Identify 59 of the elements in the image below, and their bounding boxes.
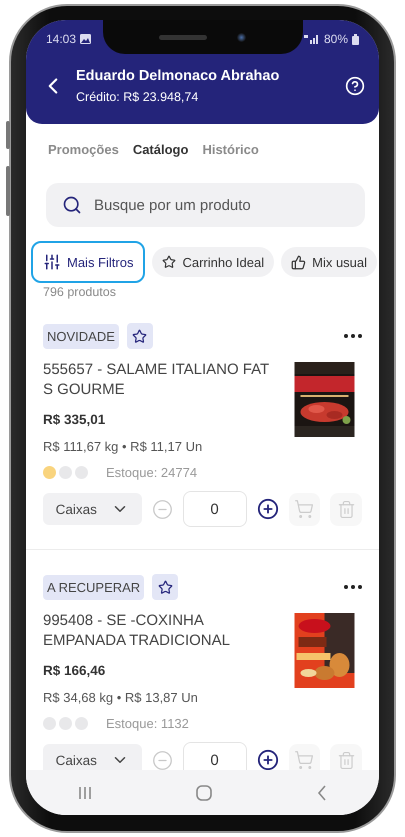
stock-text: Estoque: 24774 bbox=[106, 465, 198, 480]
product-name: 555657 - SALAME ITALIANO FAT S GOURME bbox=[43, 360, 270, 400]
customer-name: Eduardo Delmonaco Abrahao bbox=[76, 68, 280, 84]
decrease-button[interactable] bbox=[152, 498, 173, 520]
thumbs-up-icon bbox=[291, 254, 306, 270]
more-icon bbox=[344, 334, 362, 338]
unit-prices: R$ 34,68 kg • R$ 13,87 Un bbox=[43, 690, 199, 705]
home-icon[interactable] bbox=[196, 784, 212, 800]
unit-select[interactable]: Caixas bbox=[43, 493, 142, 525]
cart-icon bbox=[294, 750, 314, 770]
product-name: 995408 - SE -COXINHA EMPANADA TRADICIONAL bbox=[43, 611, 231, 651]
plus-icon bbox=[256, 749, 279, 770]
help-button[interactable] bbox=[345, 76, 365, 96]
quantity-field[interactable]: 0 bbox=[182, 491, 247, 527]
status-tag: NOVIDADE bbox=[43, 324, 119, 348]
star-icon bbox=[162, 255, 176, 269]
search-icon bbox=[62, 195, 82, 215]
battery-percent: 80% bbox=[324, 32, 348, 46]
signal-icon bbox=[304, 34, 320, 44]
tab[interactable]: Catálogo bbox=[132, 140, 188, 159]
more-button[interactable] bbox=[344, 585, 362, 589]
sliders-icon bbox=[43, 253, 61, 271]
cart-icon bbox=[294, 499, 314, 519]
result-count: 796 produtos bbox=[42, 285, 117, 299]
recent-apps-icon[interactable] bbox=[78, 786, 92, 800]
unit-prices: R$ 111,67 kg • R$ 11,17 Un bbox=[43, 439, 204, 454]
favorite-button[interactable] bbox=[126, 323, 153, 349]
quantity-field[interactable]: 0 bbox=[182, 742, 247, 770]
search-input[interactable]: Busque por um produto bbox=[92, 196, 349, 214]
filter-chip[interactable]: Carrinho Ideal bbox=[152, 247, 274, 277]
filter-chip[interactable]: Mais Filtros bbox=[31, 241, 146, 283]
minus-icon bbox=[152, 498, 173, 520]
plus-icon bbox=[256, 498, 279, 520]
status-tag: A RECUPERAR bbox=[43, 574, 144, 600]
filter-chip[interactable]: Mix usual bbox=[281, 247, 378, 277]
decrease-button[interactable] bbox=[152, 750, 173, 770]
more-icon bbox=[344, 585, 362, 589]
trash-icon bbox=[336, 750, 356, 770]
favorite-button[interactable] bbox=[152, 574, 178, 600]
credit-text: Crédito: R$ 23.948,74 bbox=[76, 90, 200, 104]
unit-select[interactable]: Caixas bbox=[43, 744, 142, 770]
battery-icon bbox=[352, 34, 359, 44]
side-key bbox=[6, 166, 10, 216]
increase-button[interactable] bbox=[256, 498, 279, 520]
trash-icon bbox=[336, 500, 356, 518]
image-icon bbox=[80, 34, 92, 44]
increase-button[interactable] bbox=[256, 749, 279, 770]
search-field[interactable]: Busque por um produto bbox=[46, 183, 365, 227]
star-icon bbox=[158, 580, 173, 594]
clock: 14:03 bbox=[46, 32, 76, 46]
minus-icon bbox=[152, 750, 173, 770]
back-icon[interactable] bbox=[316, 784, 327, 800]
product-price: R$ 166,46 bbox=[43, 663, 106, 678]
side-key bbox=[6, 121, 10, 149]
star-icon bbox=[132, 328, 148, 344]
stock-text: Estoque: 1132 bbox=[106, 716, 189, 731]
more-button[interactable] bbox=[344, 334, 362, 338]
help-icon bbox=[345, 76, 365, 96]
product-price: R$ 335,01 bbox=[43, 412, 106, 427]
